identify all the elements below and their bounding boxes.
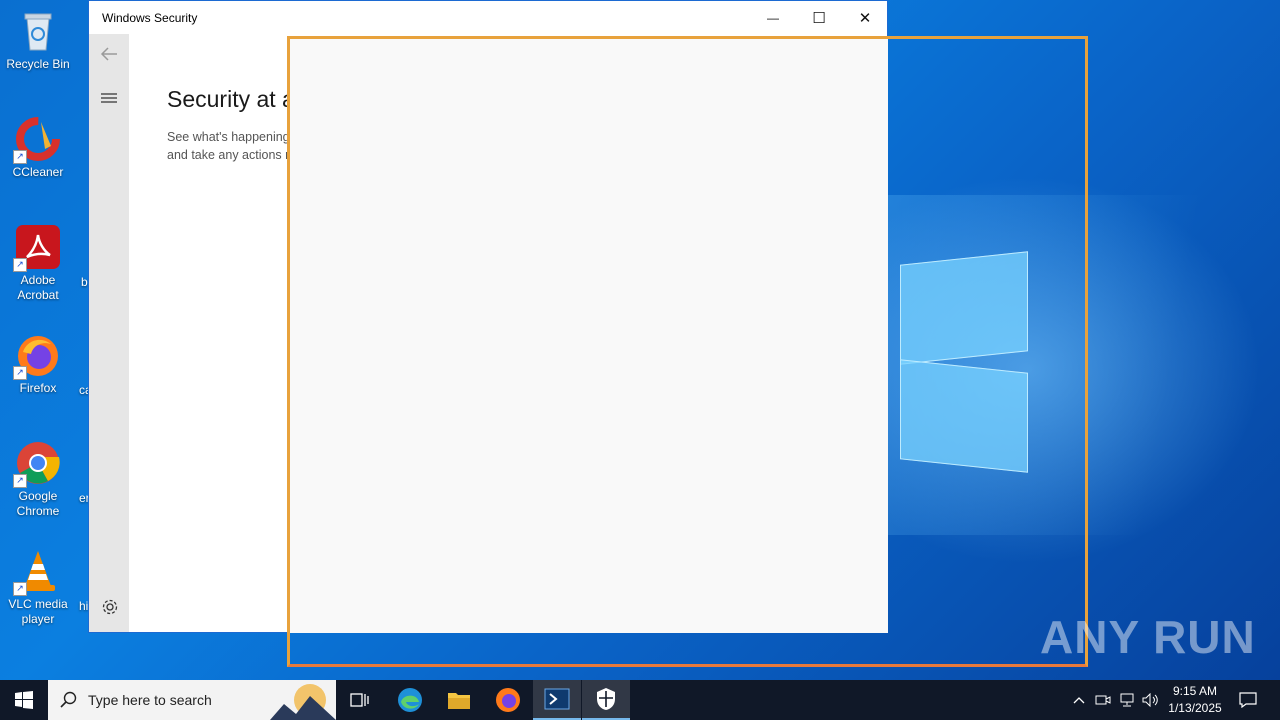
shortcut-arrow-icon: ↗ [13,582,27,596]
shortcut-arrow-icon: ↗ [13,150,27,164]
search-icon [60,691,77,708]
close-icon: ✕ [858,9,872,27]
folder-icon [448,693,470,709]
desktop-icon-label: Google Chrome [16,489,60,518]
firefox-icon: ↗ [13,332,61,380]
desktop-icon-label: Firefox [19,381,57,395]
maximize-icon: ☐ [812,9,826,27]
taskbar-powershell[interactable] [533,680,581,720]
settings-button[interactable] [100,597,120,617]
desktop-icon-firefox[interactable]: ↗ Firefox [0,332,76,396]
terminal-icon [544,688,570,710]
camera-icon [1095,695,1111,705]
desktop-icon-label: Recycle Bin [6,57,70,71]
vlc-cone-icon: ↗ [13,548,61,596]
desktop-icon-ccleaner[interactable]: ↗ CCleaner [0,116,76,180]
highlight-frame [287,36,1088,667]
desktop-icon-vlc[interactable]: ↗ VLC media player [0,548,76,627]
shortcut-arrow-icon: ↗ [13,474,27,488]
task-view-button[interactable] [336,680,384,720]
clock-date: 1/13/2025 [1168,701,1222,715]
ccleaner-icon: ↗ [13,116,61,164]
taskbar-file-explorer[interactable] [435,680,483,720]
desktop-icon-recycle-bin[interactable]: Recycle Bin [0,8,76,72]
maximize-button[interactable]: ☐ [796,1,842,34]
gear-icon [102,599,118,615]
search-placeholder: Type here to search [88,692,212,708]
chrome-icon: ↗ [13,440,61,488]
desktop-icon-label: VLC media player [8,597,68,626]
desktop-partial-label: b [81,275,88,289]
clock-time: 9:15 AM [1172,684,1218,698]
system-clock[interactable]: 9:15 AM 1/13/2025 [1160,683,1230,717]
navigation-sidebar [89,34,129,632]
desktop-icon-google-chrome[interactable]: ↗ Google Chrome [0,440,76,519]
title-bar[interactable]: Windows Security — ☐ ✕ [89,1,887,34]
window-title: Windows Security [102,11,198,25]
back-arrow-icon [100,47,117,61]
taskbar-firefox[interactable] [484,680,532,720]
search-highlight-image [270,684,336,720]
recycle-bin-icon [15,8,61,54]
adobe-acrobat-icon: ↗ [13,224,61,272]
firefox-icon [496,688,520,712]
tray-volume[interactable] [1140,680,1162,720]
start-button[interactable] [0,680,48,720]
tray-network[interactable] [1116,680,1138,720]
network-icon [1120,693,1134,707]
edge-icon [398,688,422,712]
close-button[interactable]: ✕ [842,1,888,34]
minimize-button[interactable]: — [750,1,796,34]
shortcut-arrow-icon: ↗ [13,366,27,380]
desktop-icon-label: Adobe Acrobat [17,273,59,302]
taskbar: Type here to search 9:15 AM 1/13/2025 [0,680,1280,720]
taskbar-search-box[interactable]: Type here to search [48,680,336,720]
notification-center-button[interactable] [1234,680,1262,720]
notification-icon [1239,692,1257,708]
hamburger-menu-button[interactable] [99,88,119,108]
hamburger-icon [101,93,117,103]
tray-meet-now[interactable] [1092,680,1114,720]
minimize-icon: — [767,10,779,25]
taskbar-edge[interactable] [386,680,434,720]
chevron-up-icon [1073,697,1085,704]
desktop-icon-adobe-acrobat[interactable]: ↗ Adobe Acrobat [0,224,76,303]
desktop-partial-label: hi [79,599,89,613]
task-view-icon [350,693,369,707]
speaker-icon [1142,693,1158,707]
back-button[interactable] [97,42,121,66]
tray-overflow-button[interactable] [1068,680,1090,720]
desktop-icon-label: CCleaner [12,165,64,179]
shield-icon [597,688,615,710]
windows-start-icon [15,691,33,709]
taskbar-windows-security[interactable] [582,680,630,720]
shortcut-arrow-icon: ↗ [13,258,27,272]
anyrun-watermark: ANY RUN [1040,611,1256,663]
